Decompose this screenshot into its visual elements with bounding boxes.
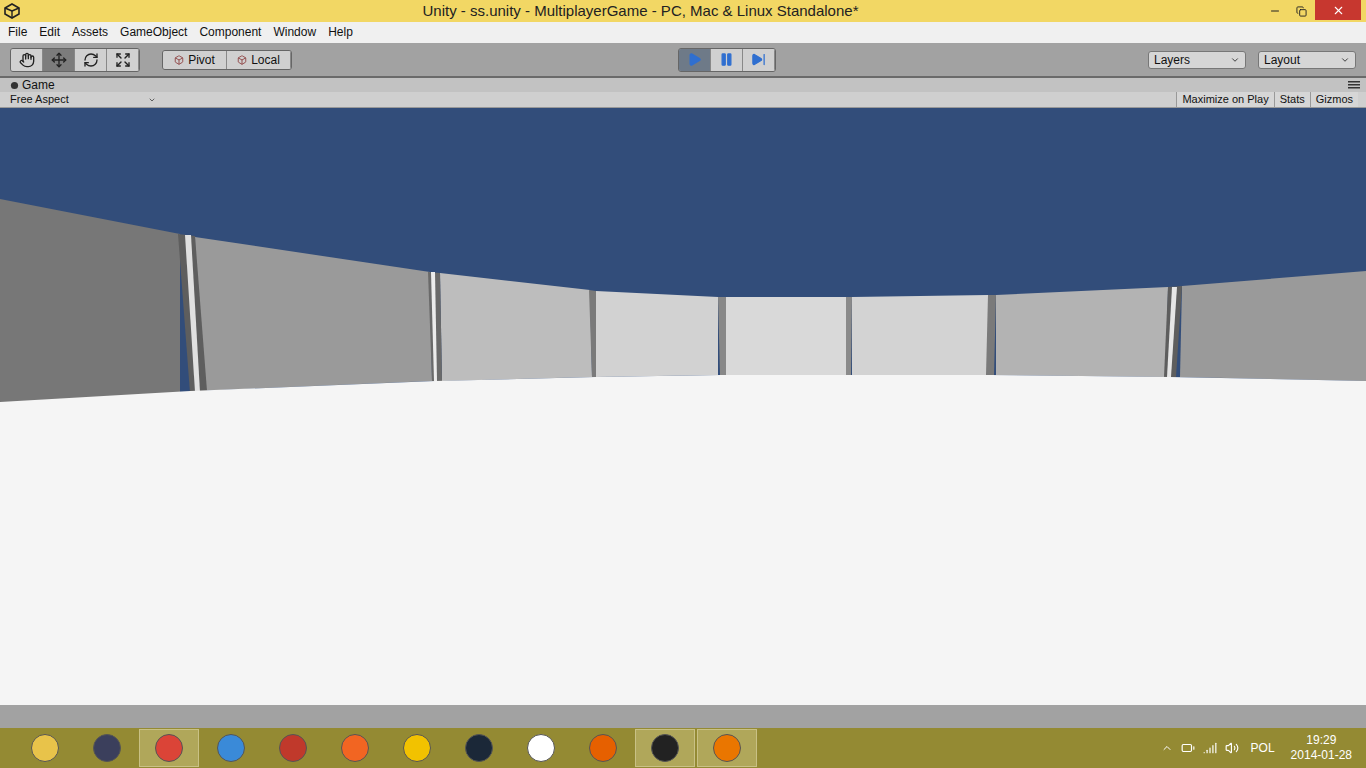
handle-icon bbox=[237, 55, 247, 65]
taskbar-app[interactable] bbox=[635, 729, 695, 767]
playback-button[interactable] bbox=[743, 49, 775, 71]
network-icon[interactable] bbox=[1203, 741, 1217, 755]
taskbar-app[interactable] bbox=[325, 729, 385, 767]
game-tab[interactable]: Game bbox=[8, 78, 57, 92]
handle-group: PivotLocal bbox=[162, 50, 292, 70]
toolbar-dropdown[interactable]: Layers bbox=[1148, 51, 1246, 69]
app-icon bbox=[713, 734, 741, 762]
tray-expand-icon[interactable] bbox=[1161, 742, 1173, 754]
taskbar-app[interactable] bbox=[263, 729, 323, 767]
battery-icon[interactable] bbox=[1181, 741, 1195, 755]
toolbar-dropdown[interactable]: Layout bbox=[1258, 51, 1356, 69]
menu-item[interactable]: GameObject bbox=[114, 22, 193, 43]
game-toggle[interactable]: Maximize on Play bbox=[1176, 92, 1273, 107]
scale-icon bbox=[115, 52, 131, 68]
dropdown-arrow-icon bbox=[1340, 55, 1350, 65]
taskbar-app[interactable] bbox=[201, 729, 261, 767]
aspect-dropdown[interactable]: Free Aspect bbox=[0, 92, 160, 107]
app-icon bbox=[341, 734, 369, 762]
minimize-button[interactable] bbox=[1261, 0, 1288, 22]
taskbar-app[interactable] bbox=[15, 729, 75, 767]
minimize-icon bbox=[1269, 5, 1281, 17]
menu-item[interactable]: Assets bbox=[66, 22, 114, 43]
taskbar-app[interactable] bbox=[573, 729, 633, 767]
pause-icon bbox=[719, 52, 734, 67]
app-icon bbox=[589, 734, 617, 762]
menu-bar: FileEditAssetsGameObjectComponentWindowH… bbox=[0, 22, 1366, 43]
app-icon bbox=[217, 734, 245, 762]
taskbar-app[interactable] bbox=[697, 729, 757, 767]
app-icon bbox=[155, 734, 183, 762]
close-icon bbox=[1332, 4, 1345, 17]
volume-icon[interactable] bbox=[1225, 741, 1239, 755]
game-view[interactable] bbox=[0, 108, 1366, 705]
handle-icon bbox=[174, 55, 184, 65]
status-bar bbox=[0, 705, 1366, 728]
play-icon bbox=[687, 52, 702, 67]
tool-button[interactable] bbox=[75, 49, 107, 71]
menu-item[interactable]: Help bbox=[322, 22, 359, 43]
app-icon bbox=[651, 734, 679, 762]
clock[interactable]: 19:292014-01-28 bbox=[1287, 733, 1356, 763]
dropdown-arrow-icon bbox=[148, 96, 156, 104]
menu-item[interactable]: Window bbox=[267, 22, 322, 43]
tool-button[interactable] bbox=[11, 49, 43, 71]
language-indicator[interactable]: POL bbox=[1247, 739, 1279, 757]
app-icon bbox=[527, 734, 555, 762]
playback-group bbox=[678, 48, 776, 72]
close-button[interactable] bbox=[1315, 0, 1361, 20]
taskbar: POL 19:292014-01-28 bbox=[0, 728, 1366, 768]
app-icon bbox=[31, 734, 59, 762]
restore-button[interactable] bbox=[1288, 0, 1315, 22]
menu-item[interactable]: File bbox=[2, 22, 33, 43]
app-icon bbox=[465, 734, 493, 762]
app-icon bbox=[93, 734, 121, 762]
unity-logo-icon bbox=[4, 3, 20, 19]
taskbar-app[interactable] bbox=[511, 729, 571, 767]
playback-button[interactable] bbox=[679, 49, 711, 71]
handle-button[interactable]: Pivot bbox=[163, 51, 227, 69]
app-icon bbox=[279, 734, 307, 762]
game-toolbar: Free Aspect Maximize on PlayStatsGizmos bbox=[0, 92, 1366, 108]
game-toggle[interactable]: Stats bbox=[1274, 92, 1310, 107]
taskbar-app[interactable] bbox=[387, 729, 447, 767]
taskbar-app[interactable] bbox=[139, 729, 199, 767]
move-icon bbox=[51, 52, 67, 68]
menu-item[interactable]: Component bbox=[193, 22, 267, 43]
tab-row: Game bbox=[0, 78, 1366, 92]
app-icon bbox=[403, 734, 431, 762]
game-toggle[interactable]: Gizmos bbox=[1310, 92, 1358, 107]
rotate-icon bbox=[83, 52, 99, 68]
taskbar-app[interactable] bbox=[77, 729, 137, 767]
tray: POL 19:292014-01-28 bbox=[1161, 733, 1356, 763]
tool-button[interactable] bbox=[43, 49, 75, 71]
playback-button[interactable] bbox=[711, 49, 743, 71]
dropdown-arrow-icon bbox=[1230, 55, 1240, 65]
tool-button[interactable] bbox=[107, 49, 139, 71]
toolbar: PivotLocal Layers Layout bbox=[0, 43, 1366, 76]
handle-button[interactable]: Local bbox=[227, 51, 291, 69]
taskbar-app[interactable] bbox=[449, 729, 509, 767]
tab-menu-icon[interactable] bbox=[1348, 81, 1360, 89]
hand-icon bbox=[19, 52, 35, 68]
tool-group bbox=[10, 48, 140, 72]
restore-icon bbox=[1296, 6, 1307, 17]
game-tab-icon bbox=[10, 81, 19, 90]
game-render bbox=[0, 108, 1366, 705]
unity-window: Unity - ss.unity - MultiplayerGame - PC,… bbox=[0, 0, 1366, 768]
menu-item[interactable]: Edit bbox=[33, 22, 66, 43]
window-title: Unity - ss.unity - MultiplayerGame - PC,… bbox=[20, 0, 1261, 22]
step-icon bbox=[751, 52, 766, 67]
title-bar: Unity - ss.unity - MultiplayerGame - PC,… bbox=[0, 0, 1366, 22]
